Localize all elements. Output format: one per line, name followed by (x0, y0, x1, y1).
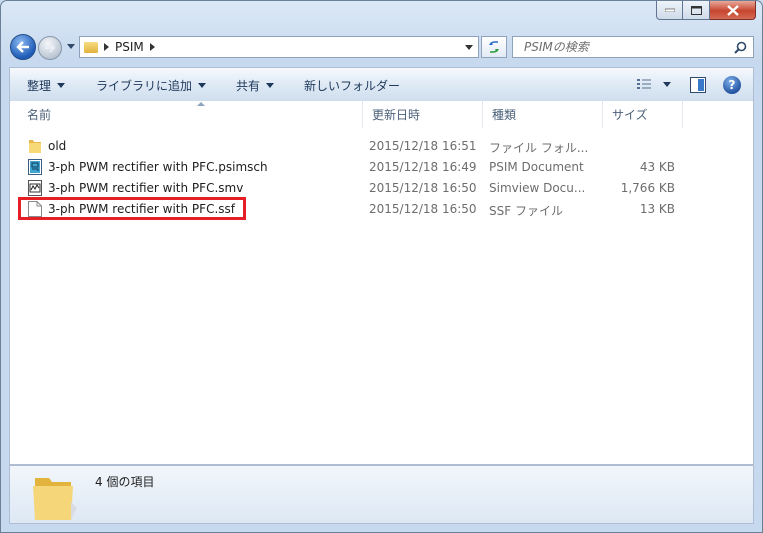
details-view-icon (637, 79, 651, 89)
file-date: 2015/12/18 16:50 (369, 202, 477, 216)
file-type: Simview Docu... (489, 181, 586, 195)
add-to-library-menu[interactable]: ライブラリに追加 (96, 77, 207, 94)
column-name-label: 名前 (27, 108, 52, 122)
folder-icon (84, 41, 98, 53)
refresh-icon (489, 41, 499, 53)
command-toolbar: 整理 ライブラリに追加 共有 新しいフォルダー ? (9, 67, 754, 101)
file-name: 3-ph PWM rectifier with PFC.smv (48, 181, 244, 195)
add-to-library-label: ライブラリに追加 (96, 79, 193, 93)
psim-document-icon (28, 159, 42, 175)
item-count: 4 個の項目 (95, 475, 155, 489)
column-size-label: サイズ (612, 108, 648, 122)
forward-button[interactable] (38, 36, 62, 60)
file-type: ファイル フォル... (489, 141, 589, 155)
close-button[interactable] (710, 1, 756, 20)
column-header-type[interactable]: 種類 (483, 101, 603, 128)
back-button[interactable] (10, 34, 36, 60)
file-size: 43 KB (639, 160, 675, 174)
address-history-dropdown[interactable] (465, 45, 473, 50)
chevron-down-icon (266, 83, 275, 88)
refresh-button[interactable] (481, 36, 507, 58)
column-type-label: 種類 (492, 108, 517, 122)
file-date: 2015/12/18 16:49 (369, 160, 477, 174)
back-arrow-icon (16, 41, 29, 53)
forward-arrow-icon (45, 43, 56, 53)
search-box[interactable] (512, 36, 754, 58)
address-bar[interactable]: PSIM (79, 36, 479, 58)
column-date-label: 更新日時 (372, 108, 421, 122)
share-label: 共有 (236, 79, 261, 93)
file-name: 3-ph PWM rectifier with PFC.psimsch (48, 160, 268, 174)
folder-icon (29, 140, 41, 153)
organize-label: 整理 (27, 79, 52, 93)
help-button[interactable]: ? (723, 76, 741, 94)
breadcrumb-separator-icon[interactable] (104, 43, 109, 51)
folder-icon (33, 478, 77, 520)
preview-pane-button[interactable] (690, 77, 706, 96)
breadcrumb-separator-icon[interactable] (149, 43, 155, 51)
file-list: 名前 更新日時 種類 サイズ old 2015/12/18 16:51 ファイル… (9, 101, 754, 465)
maximize-button[interactable] (683, 1, 710, 20)
file-name: old (48, 139, 67, 153)
recent-pages-dropdown[interactable] (67, 44, 75, 49)
file-type: SSF ファイル (489, 204, 563, 218)
file-date: 2015/12/18 16:50 (369, 181, 477, 195)
table-row[interactable]: 3-ph PWM rectifier with PFC.psimsch 2015… (10, 157, 753, 178)
table-row[interactable]: old 2015/12/18 16:51 ファイル フォル... (10, 136, 753, 157)
minimize-button[interactable] (656, 1, 683, 20)
file-size: 13 KB (639, 202, 675, 216)
file-size: 1,766 KB (620, 181, 675, 195)
new-folder-label: 新しいフォルダー (304, 79, 401, 93)
preview-pane-icon (690, 77, 706, 93)
chevron-down-icon[interactable] (663, 82, 671, 87)
search-input[interactable] (522, 39, 726, 55)
details-pane: 4 個の項目 (9, 465, 754, 524)
file-type: PSIM Document (489, 160, 584, 174)
close-icon (726, 4, 739, 16)
help-icon: ? (728, 78, 736, 92)
column-header-date[interactable]: 更新日時 (363, 101, 483, 128)
column-header-name[interactable]: 名前 (18, 101, 363, 128)
column-headers: 名前 更新日時 種類 サイズ (10, 101, 753, 128)
organize-menu[interactable]: 整理 (27, 77, 66, 94)
column-header-size[interactable]: サイズ (603, 101, 683, 128)
maximize-icon (690, 5, 702, 15)
change-view-button[interactable] (637, 78, 671, 91)
new-folder-button[interactable]: 新しいフォルダー (304, 77, 400, 94)
explorer-window: PSIM 整理 ライブラリに追加 共有 新しいフォルダー (0, 0, 763, 533)
file-date: 2015/12/18 16:51 (369, 139, 477, 153)
caption-buttons (656, 1, 756, 20)
sort-ascending-icon (197, 102, 205, 106)
breadcrumb-psim[interactable]: PSIM (115, 40, 144, 54)
minimize-icon (664, 8, 675, 12)
table-row[interactable]: 3-ph PWM rectifier with PFC.smv 2015/12/… (10, 178, 753, 199)
simview-document-icon (28, 180, 42, 196)
search-icon[interactable] (734, 41, 747, 54)
chevron-down-icon (198, 83, 207, 88)
highlight-annotation-box (18, 197, 246, 220)
chevron-down-icon (57, 83, 66, 88)
share-menu[interactable]: 共有 (236, 77, 275, 94)
